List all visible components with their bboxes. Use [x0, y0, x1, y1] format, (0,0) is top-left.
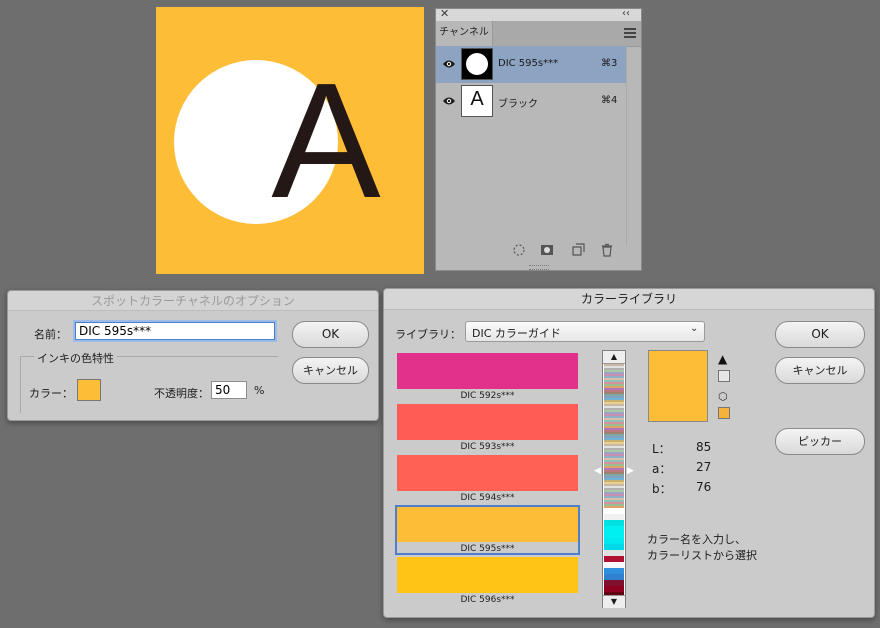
- picker-button[interactable]: ピッカー: [775, 428, 865, 455]
- library-label: ライブラリ：: [395, 328, 461, 341]
- color-preview: [648, 350, 708, 422]
- swatch-color: [397, 455, 578, 491]
- opacity-input[interactable]: [211, 381, 247, 399]
- gamut-warning-swatch[interactable]: [718, 370, 730, 382]
- name-input[interactable]: [75, 322, 275, 340]
- collapse-icon[interactable]: ‹‹: [622, 7, 636, 19]
- lab-b-value: 76: [696, 480, 712, 494]
- scroll-down-icon[interactable]: ▼: [603, 595, 625, 608]
- color-range-strip[interactable]: ▲ ▼: [602, 350, 626, 608]
- lab-l-label: L：: [652, 442, 671, 456]
- ok-button[interactable]: OK: [292, 321, 369, 348]
- ok-button[interactable]: OK: [775, 321, 865, 348]
- library-select[interactable]: DIC カラーガイド ⌄: [465, 321, 705, 342]
- canvas-letter: A: [271, 49, 381, 232]
- color-libraries-dialog: カラーライブラリ ライブラリ： DIC カラーガイド ⌄ DIC 592s***…: [383, 288, 875, 618]
- scroll-up-icon[interactable]: ▲: [603, 351, 625, 364]
- load-selection-icon[interactable]: [511, 242, 527, 258]
- slider-marker-left-icon[interactable]: ◀: [594, 466, 601, 476]
- channel-thumbnail: A: [461, 85, 493, 117]
- document-canvas[interactable]: A: [156, 7, 424, 274]
- color-bands: [604, 364, 624, 595]
- library-select-value: DIC カラーガイド: [472, 327, 561, 340]
- lab-a-label: a：: [652, 462, 672, 476]
- scrollbar-track[interactable]: [626, 46, 627, 246]
- new-channel-icon[interactable]: [570, 242, 586, 258]
- selection-frame: [395, 505, 580, 555]
- swatch-label: DIC 592s***: [460, 391, 515, 401]
- swatch-color: [397, 353, 578, 389]
- chevron-down-icon: ⌄: [690, 323, 699, 334]
- panel-menu-icon[interactable]: [624, 28, 636, 38]
- dialog-title: カラーライブラリ: [384, 289, 874, 310]
- channels-panel: ✕ ‹‹ チャンネル DIC 595s*** ⌘3 A ブラック ⌘4: [435, 7, 642, 271]
- swatch-color: [397, 557, 578, 593]
- color-swatch[interactable]: [77, 379, 101, 401]
- panel-tabbar: チャンネル: [436, 21, 641, 47]
- close-icon[interactable]: ✕: [440, 7, 450, 20]
- websafe-swatch[interactable]: [718, 407, 730, 419]
- spot-channel-options-dialog: スポットカラーチャネルのオプション 名前： インキの色特性 カラー： 不透明度：…: [7, 290, 379, 421]
- channel-row-black[interactable]: A ブラック ⌘4: [436, 83, 626, 120]
- channel-name: ブラック: [498, 99, 538, 110]
- lab-a-value: 27: [696, 460, 712, 474]
- panel-topbar: ✕ ‹‹: [436, 7, 641, 21]
- lab-b-label: b：: [652, 482, 672, 496]
- resize-grip[interactable]: [529, 265, 549, 270]
- opacity-unit: %: [254, 384, 265, 397]
- lab-l-value: 85: [696, 440, 712, 454]
- swatch-color: [397, 404, 578, 440]
- slider-marker-right-icon[interactable]: ▶: [627, 466, 634, 476]
- tab-channels[interactable]: チャンネル: [436, 21, 493, 46]
- hint-text-line2: カラーリストから選択: [647, 549, 757, 562]
- trash-icon[interactable]: [599, 242, 615, 258]
- thumb-letter: A: [470, 88, 484, 110]
- ink-group-title: インキの色特性: [34, 350, 117, 366]
- cancel-button[interactable]: キャンセル: [775, 357, 865, 384]
- warning-icon[interactable]: ▲: [718, 352, 727, 366]
- channel-shortcut: ⌘3: [601, 58, 618, 69]
- hint-text-line1: カラー名を入力し、: [647, 533, 746, 546]
- eye-icon[interactable]: [442, 95, 456, 107]
- channel-thumbnail: [461, 48, 493, 80]
- channel-shortcut: ⌘4: [601, 95, 618, 106]
- swatch-label: DIC 593s***: [460, 442, 515, 452]
- save-selection-icon[interactable]: [539, 242, 555, 258]
- dialog-title: スポットカラーチャネルのオプション: [8, 291, 378, 311]
- web-cube-icon[interactable]: ⬡: [718, 390, 728, 403]
- color-label: カラー：: [29, 387, 73, 400]
- cancel-button[interactable]: キャンセル: [292, 357, 369, 384]
- swatch-label: DIC 594s***: [460, 493, 515, 503]
- eye-icon[interactable]: [442, 58, 456, 70]
- panel-bottom-bar: [436, 242, 641, 262]
- channel-name: DIC 595s***: [498, 58, 559, 69]
- name-label: 名前：: [34, 328, 67, 341]
- swatch-label: DIC 596s***: [460, 595, 515, 605]
- opacity-label: 不透明度：: [154, 387, 209, 400]
- channel-row-spot[interactable]: DIC 595s*** ⌘3: [436, 46, 626, 83]
